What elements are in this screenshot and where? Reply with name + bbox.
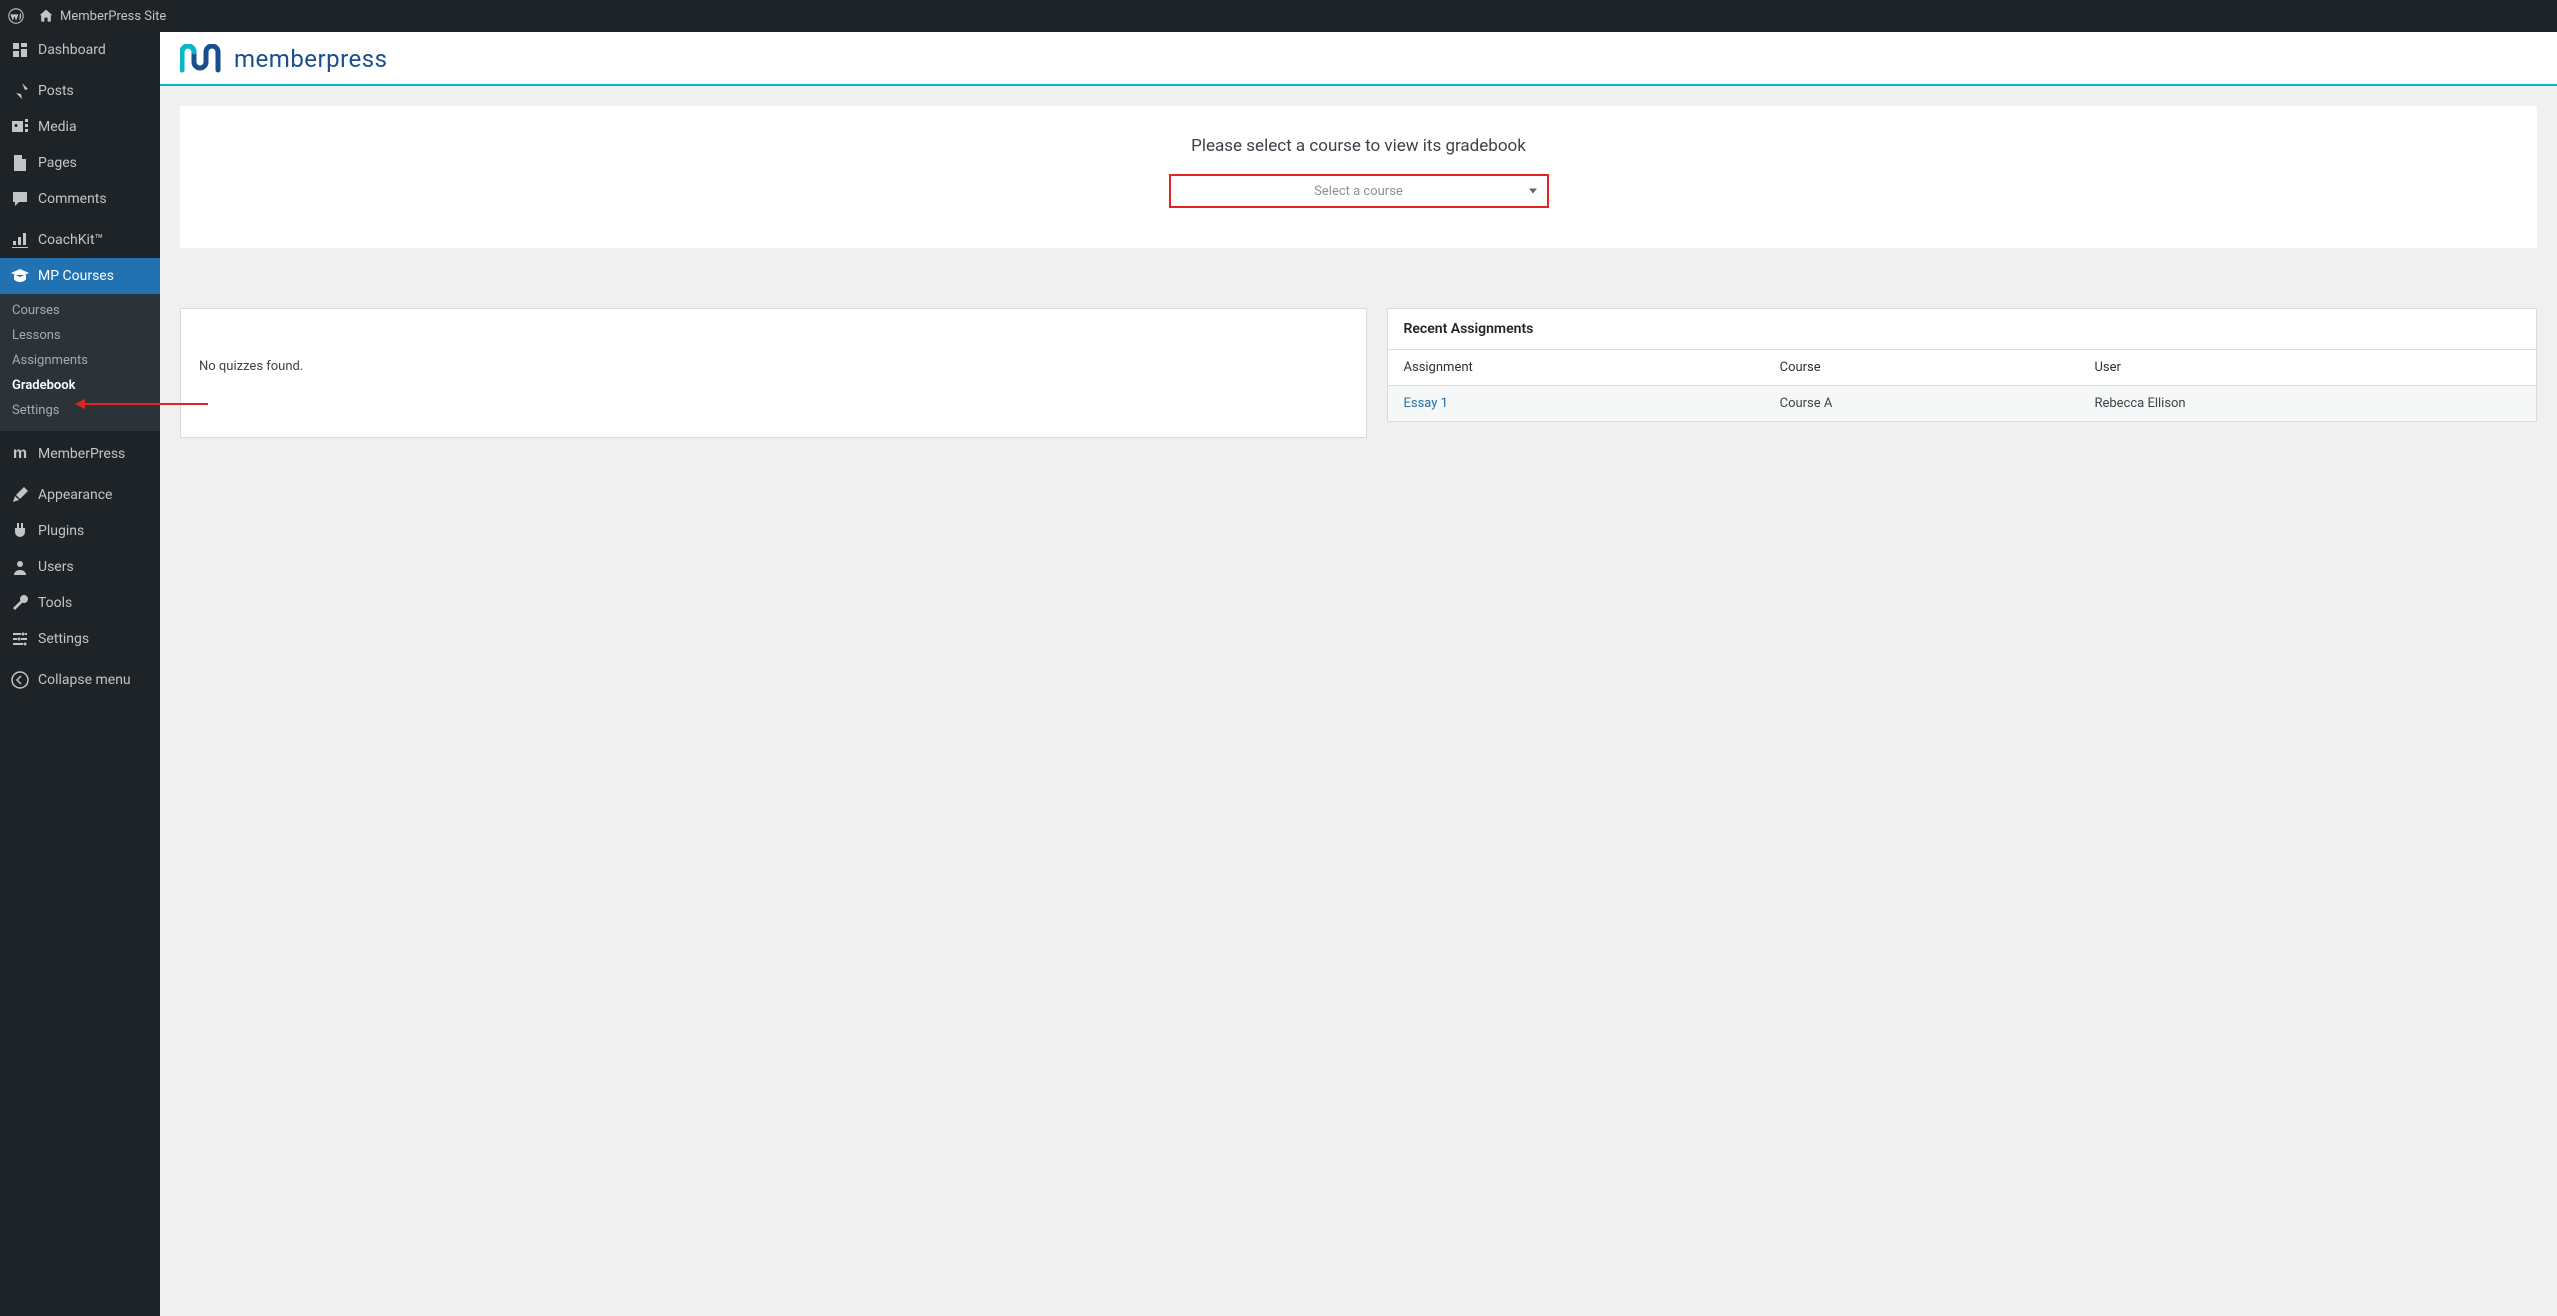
sidebar-label: Users <box>38 559 74 575</box>
sidebar-label: Comments <box>38 191 107 207</box>
sidebar-label: Tools <box>38 595 72 611</box>
comments-icon <box>10 189 30 209</box>
annotation-arrow <box>78 403 208 405</box>
page-icon <box>10 153 30 173</box>
sidebar-label: Posts <box>38 83 74 99</box>
media-icon <box>10 117 30 137</box>
sidebar-item-pages[interactable]: Pages <box>0 145 160 181</box>
plug-icon <box>10 521 30 541</box>
user-icon <box>10 557 30 577</box>
home-icon <box>38 8 54 24</box>
sidebar-label: Settings <box>38 631 89 647</box>
table-row: Essay 1 Course A Rebecca Ellison <box>1388 386 2537 422</box>
sidebar-item-dashboard[interactable]: Dashboard <box>0 32 160 68</box>
assignment-user: Rebecca Ellison <box>2078 386 2536 422</box>
course-select-placeholder: Select a course <box>1314 184 1403 199</box>
memberpress-logo-text: memberpress <box>234 45 388 73</box>
brush-icon <box>10 485 30 505</box>
sidebar-label: Media <box>38 119 77 135</box>
admin-sidebar: Dashboard Posts Media Pages Comments Coa… <box>0 32 160 1316</box>
mp-courses-submenu: Courses Lessons Assignments Gradebook Se… <box>0 294 160 431</box>
wp-admin-bar: MemberPress Site <box>0 0 2557 32</box>
col-header-course: Course <box>1764 350 2079 386</box>
sidebar-item-mp-courses[interactable]: MP Courses <box>0 258 160 294</box>
sidebar-label: Dashboard <box>38 42 106 58</box>
submenu-item-assignments[interactable]: Assignments <box>0 348 160 373</box>
sidebar-item-media[interactable]: Media <box>0 109 160 145</box>
sidebar-label: Pages <box>38 155 77 171</box>
dashboard-icon <box>10 40 30 60</box>
site-name-link[interactable]: MemberPress Site <box>38 8 166 24</box>
sidebar-label: MP Courses <box>38 268 114 284</box>
chevron-down-icon <box>1529 189 1537 194</box>
pin-icon <box>10 81 30 101</box>
col-header-assignment: Assignment <box>1388 350 1764 386</box>
sidebar-label: MemberPress <box>38 446 125 462</box>
course-select-panel: Please select a course to view its grade… <box>180 106 2537 248</box>
memberpress-logo: memberpress <box>180 44 2537 74</box>
sidebar-label: Plugins <box>38 523 84 539</box>
chart-icon <box>10 230 30 250</box>
sidebar-item-posts[interactable]: Posts <box>0 73 160 109</box>
no-quizzes-text: No quizzes found. <box>199 359 303 374</box>
sidebar-item-tools[interactable]: Tools <box>0 585 160 621</box>
select-prompt-text: Please select a course to view its grade… <box>200 136 2517 156</box>
assignment-link[interactable]: Essay 1 <box>1404 396 1448 411</box>
sidebar-label: Appearance <box>38 487 112 503</box>
sidebar-item-coachkit[interactable]: CoachKit™ <box>0 222 160 258</box>
sidebar-label: CoachKit™ <box>38 232 103 248</box>
wordpress-icon <box>8 8 24 24</box>
graduation-icon <box>10 266 30 286</box>
recent-assignments-panel: Recent Assignments Assignment Course Use… <box>1387 308 2538 422</box>
course-select-dropdown[interactable]: Select a course <box>1169 174 1549 208</box>
sidebar-item-users[interactable]: Users <box>0 549 160 585</box>
sidebar-item-settings[interactable]: Settings <box>0 621 160 657</box>
memberpress-logo-icon <box>180 44 226 74</box>
memberpress-icon: m <box>10 444 30 464</box>
sidebar-item-collapse[interactable]: Collapse menu <box>0 662 160 698</box>
recent-assignments-title: Recent Assignments <box>1388 309 2537 350</box>
wp-logo[interactable] <box>8 8 30 24</box>
submenu-item-courses[interactable]: Courses <box>0 298 160 323</box>
col-header-user: User <box>2078 350 2536 386</box>
submenu-item-lessons[interactable]: Lessons <box>0 323 160 348</box>
site-name-text: MemberPress Site <box>60 9 166 24</box>
wrench-icon <box>10 593 30 613</box>
sidebar-label: Collapse menu <box>38 672 131 688</box>
submenu-item-gradebook[interactable]: Gradebook <box>0 373 160 398</box>
sidebar-item-memberpress[interactable]: m MemberPress <box>0 436 160 472</box>
memberpress-header: memberpress <box>160 32 2557 86</box>
assignment-course: Course A <box>1764 386 2079 422</box>
sidebar-item-plugins[interactable]: Plugins <box>0 513 160 549</box>
main-content: memberpress Please select a course to vi… <box>160 32 2557 1316</box>
sidebar-item-appearance[interactable]: Appearance <box>0 477 160 513</box>
collapse-icon <box>10 670 30 690</box>
sidebar-item-comments[interactable]: Comments <box>0 181 160 217</box>
quizzes-panel: No quizzes found. <box>180 308 1367 438</box>
sliders-icon <box>10 629 30 649</box>
assignments-table: Assignment Course User Essay 1 Course A … <box>1388 350 2537 421</box>
